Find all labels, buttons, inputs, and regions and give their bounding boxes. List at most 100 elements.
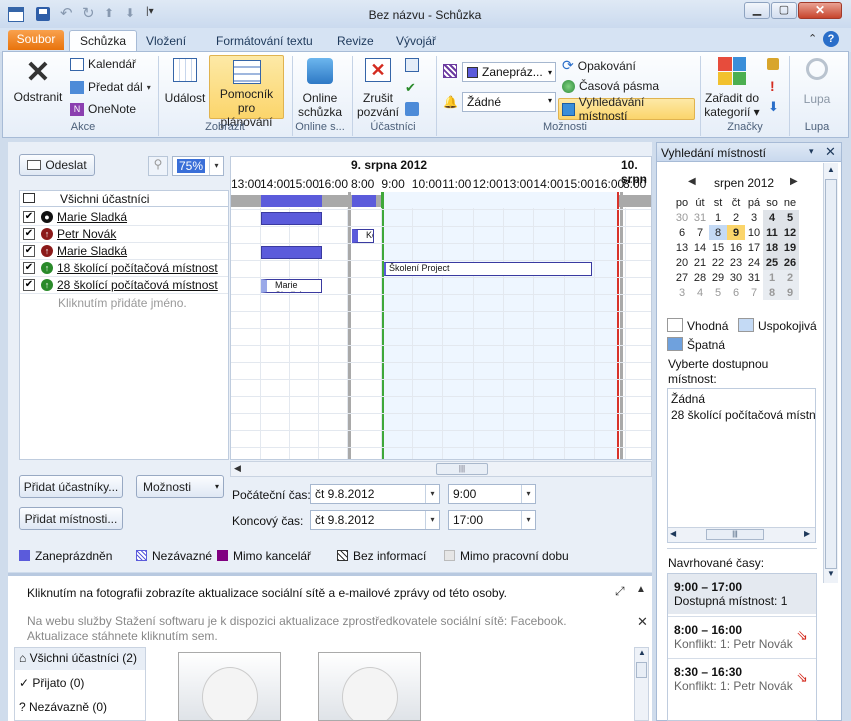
calendar-day[interactable]: 5 (781, 210, 799, 225)
attendee-name[interactable]: Petr Novák (57, 227, 116, 241)
calendar-day[interactable]: 26 (781, 255, 799, 270)
end-time-field[interactable]: 17:00 ▾ (448, 510, 536, 530)
collapse-pane-icon[interactable]: ▲ (636, 584, 646, 595)
meeting-selection[interactable] (381, 192, 619, 459)
calendar-day[interactable]: 30 (727, 270, 745, 285)
private-lock-icon[interactable] (767, 58, 779, 70)
attendee-checkbox[interactable]: ✔ (23, 211, 35, 223)
calendar-day[interactable]: 16 (727, 240, 745, 255)
calendar-day[interactable]: 9 (727, 225, 745, 240)
calendar-day[interactable]: 14 (691, 240, 709, 255)
app-calendar-icon[interactable] (8, 7, 24, 22)
calendar-day[interactable]: 12 (781, 225, 799, 240)
attendee-checkbox[interactable]: ✔ (23, 245, 35, 257)
attendee-name[interactable]: Marie Sladká (57, 210, 127, 224)
calendar-day[interactable]: 31 (745, 270, 763, 285)
recurrence-button[interactable]: ⟳ Opakování (562, 57, 636, 74)
attendee-row[interactable]: ✔ ↑ Marie Sladká (20, 243, 228, 260)
high-importance-icon[interactable]: ! (770, 78, 775, 94)
start-time-field[interactable]: 9:00 ▾ (448, 484, 536, 504)
room-28[interactable]: 28 školící počítačová místno (671, 408, 815, 422)
calendar-day[interactable]: 10 (745, 225, 763, 240)
attendee-checkbox[interactable]: ✔ (23, 279, 35, 291)
attendee-row[interactable]: ✔ ● Marie Sladká (20, 209, 228, 226)
calendar-prev-icon[interactable]: ◀ (688, 176, 696, 187)
attendee-row[interactable]: ✔ ↑ 28 školící počítačová místnost (20, 277, 228, 294)
calendar-day[interactable]: 13 (673, 240, 691, 255)
scheduling-assistant-button[interactable]: Pomocník pro plánování (209, 55, 284, 129)
start-date-field[interactable]: čt 9.8.2012 ▾ (310, 484, 440, 504)
calendar-day[interactable]: 15 (709, 240, 727, 255)
onenote-button[interactable]: N OneNote (70, 102, 136, 116)
response-options-icon[interactable] (405, 102, 419, 116)
calendar-day[interactable]: 20 (673, 255, 691, 270)
filter-all[interactable]: ⌂ Všichni účastníci (2) (15, 648, 145, 670)
save-icon[interactable] (36, 7, 50, 21)
calendar-day[interactable]: 29 (709, 270, 727, 285)
calendar-day[interactable]: 6 (727, 285, 745, 300)
calendar-day[interactable]: 27 (673, 270, 691, 285)
room-finder-button[interactable]: Vyhledávání místností (558, 95, 695, 123)
zoom-level-dropdown[interactable]: 75% ▾ (172, 156, 224, 176)
attendee-checkbox[interactable]: ✔ (23, 262, 35, 274)
calendar-day[interactable]: 5 (709, 285, 727, 300)
calendar-day[interactable]: 4 (691, 285, 709, 300)
expand-icon[interactable]: ⤢ (615, 584, 625, 599)
calendar-next-icon[interactable]: ▶ (790, 176, 798, 187)
attendee-name[interactable]: 28 školící počítačová místnost (57, 278, 218, 292)
calendar-day[interactable]: 3 (673, 285, 691, 300)
online-meeting-button[interactable]: Online schůzka (296, 58, 344, 119)
suggested-time-3[interactable]: 8:30 – 16:30 Konflikt: 1: Petr Novák ⇘ (668, 658, 816, 698)
scroll-thumb[interactable]: ||| (436, 463, 488, 475)
calendar-day[interactable]: 8 (709, 225, 727, 240)
show-as-dropdown[interactable]: Zanepráz... ▾ (462, 62, 556, 82)
calendar-button[interactable]: Kalendář (70, 57, 136, 71)
attendee-name[interactable]: 18 školící počítačová místnost (57, 261, 218, 275)
tab-file[interactable]: Soubor (8, 30, 64, 50)
calendar-day[interactable]: 24 (745, 255, 763, 270)
calendar-day[interactable]: 6 (673, 225, 691, 240)
minimize-button[interactable]: ▁ (744, 2, 770, 19)
attendee-name[interactable]: Marie Sladká (57, 244, 127, 258)
attendee-row[interactable]: ✔ ↑ 18 školící počítačová místnost (20, 260, 228, 277)
collapse-ribbon-icon[interactable]: ⌃ (808, 32, 817, 45)
send-button[interactable]: Odeslat (19, 154, 95, 176)
social-header[interactable]: Kliknutím na fotografii zobrazíte aktual… (27, 586, 507, 600)
calendar-day[interactable]: 19 (781, 240, 799, 255)
redo-icon[interactable]: ↻ (82, 4, 95, 22)
attendee-checkbox[interactable]: ✔ (23, 228, 35, 240)
filter-accepted[interactable]: ✓ Přijato (0) (19, 676, 84, 690)
calendar-day[interactable]: 3 (745, 210, 763, 225)
calendar-day[interactable]: 2 (781, 270, 799, 285)
scroll-left-icon[interactable]: ◀ (234, 463, 241, 474)
calendar-day[interactable]: 7 (691, 225, 709, 240)
calendar-day[interactable]: 17 (745, 240, 763, 255)
tab-format-text[interactable]: Formátování textu (216, 34, 313, 48)
check-names-icon[interactable]: ✔ (405, 80, 416, 96)
social-info[interactable]: Na webu služby Stažení softwaru je k dis… (27, 614, 617, 644)
calendar-day[interactable]: 30 (673, 210, 691, 225)
reminder-dropdown[interactable]: Žádné ▾ (462, 92, 556, 112)
cancel-invitation-button[interactable]: ✕ Zrušit pozvání (356, 58, 400, 119)
zoom-search-icon[interactable]: ⚲ (148, 156, 168, 176)
social-scrollbar[interactable]: ▲ (634, 647, 649, 721)
options-dropdown-button[interactable]: Možnosti ▾ (136, 475, 224, 498)
attendee-row[interactable]: ✔ ↑ Petr Novák (20, 226, 228, 243)
add-rooms-button[interactable]: Přidat místnosti... (19, 507, 123, 530)
calendar-day[interactable]: 2 (727, 210, 745, 225)
up-arrow-icon[interactable]: ⬆ (104, 6, 114, 20)
calendar-day[interactable]: 1 (763, 270, 781, 285)
address-book-icon[interactable] (405, 58, 419, 72)
room-list-hscroll[interactable]: ◀ ||| ▶ (668, 527, 815, 542)
calendar-day[interactable]: 18 (763, 240, 781, 255)
undo-icon[interactable]: ↶ (60, 4, 73, 22)
calendar-day[interactable]: 23 (727, 255, 745, 270)
person-photo-2[interactable] (318, 652, 421, 721)
tab-insert[interactable]: Vložení (146, 34, 186, 48)
calendar-day[interactable]: 8 (763, 285, 781, 300)
calendar-day[interactable]: 28 (691, 270, 709, 285)
low-importance-icon[interactable]: ⬇ (768, 99, 779, 115)
zoom-button[interactable]: Lupa (797, 58, 837, 106)
tab-review[interactable]: Revize (337, 34, 374, 48)
room-pane-scrollbar[interactable]: ▲ ▼ (823, 163, 838, 583)
